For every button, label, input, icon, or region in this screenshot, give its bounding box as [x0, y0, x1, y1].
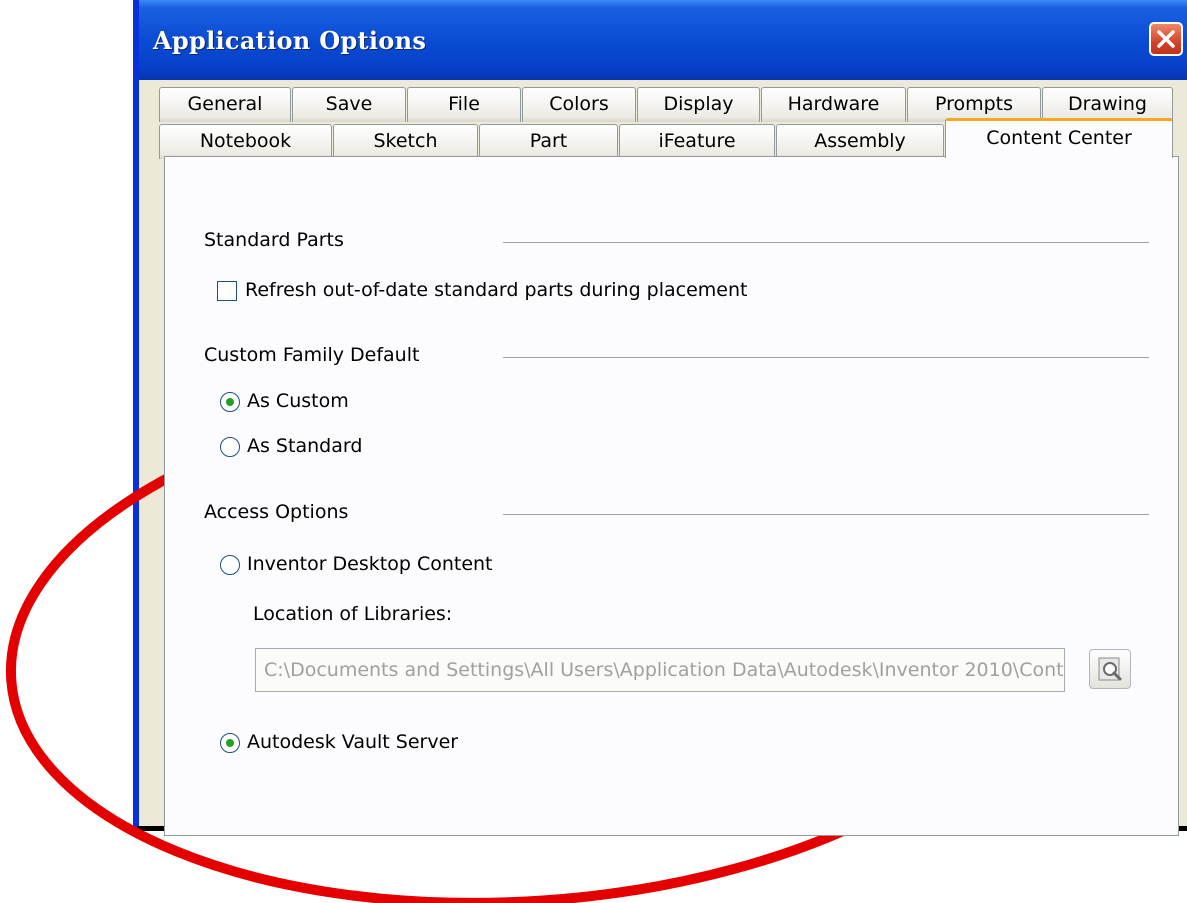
vault-server-radio[interactable]	[220, 733, 240, 753]
tab-ifeature[interactable]: iFeature	[619, 124, 775, 159]
close-button[interactable]	[1149, 22, 1183, 56]
as-custom-radio[interactable]	[220, 392, 240, 412]
window-title: Application Options	[153, 26, 427, 55]
location-label: Location of Libraries:	[253, 603, 453, 625]
application-options-window: Application Options General Save File Co…	[133, 0, 1187, 836]
tab-general[interactable]: General	[159, 87, 291, 122]
browse-magnifier-icon	[1098, 657, 1122, 681]
separator	[503, 242, 1149, 243]
close-icon	[1157, 30, 1175, 48]
content-center-panel: Standard Parts Refresh out-of-date stand…	[164, 156, 1179, 836]
library-location-input[interactable]: C:\Documents and Settings\All Users\Appl…	[255, 648, 1065, 692]
tab-display[interactable]: Display	[637, 87, 760, 122]
tab-content-center[interactable]: Content Center	[945, 118, 1173, 158]
separator	[503, 357, 1149, 358]
tab-prompts[interactable]: Prompts	[907, 87, 1041, 122]
custom-family-heading: Custom Family Default	[204, 344, 420, 366]
tab-part[interactable]: Part	[479, 124, 618, 159]
tab-file[interactable]: File	[407, 87, 521, 122]
tab-notebook[interactable]: Notebook	[159, 124, 332, 159]
browse-button[interactable]	[1089, 649, 1131, 689]
as-standard-radio[interactable]	[220, 437, 240, 457]
tab-sketch[interactable]: Sketch	[333, 124, 478, 159]
tab-drawing[interactable]: Drawing	[1042, 87, 1173, 122]
title-bar[interactable]: Application Options	[139, 0, 1187, 80]
refresh-parts-checkbox[interactable]	[217, 281, 237, 301]
separator	[503, 514, 1149, 515]
desktop-content-radio[interactable]	[220, 555, 240, 575]
as-custom-label[interactable]: As Custom	[247, 390, 349, 412]
standard-parts-heading: Standard Parts	[204, 229, 344, 251]
vault-server-label[interactable]: Autodesk Vault Server	[247, 731, 458, 753]
tab-assembly[interactable]: Assembly	[776, 124, 944, 159]
as-standard-label[interactable]: As Standard	[247, 435, 362, 457]
tab-hardware[interactable]: Hardware	[761, 87, 906, 122]
tab-colors[interactable]: Colors	[522, 87, 636, 122]
access-options-heading: Access Options	[204, 501, 349, 523]
desktop-content-label[interactable]: Inventor Desktop Content	[247, 553, 493, 575]
tab-save[interactable]: Save	[292, 87, 406, 122]
refresh-parts-label[interactable]: Refresh out-of-date standard parts durin…	[245, 279, 748, 301]
